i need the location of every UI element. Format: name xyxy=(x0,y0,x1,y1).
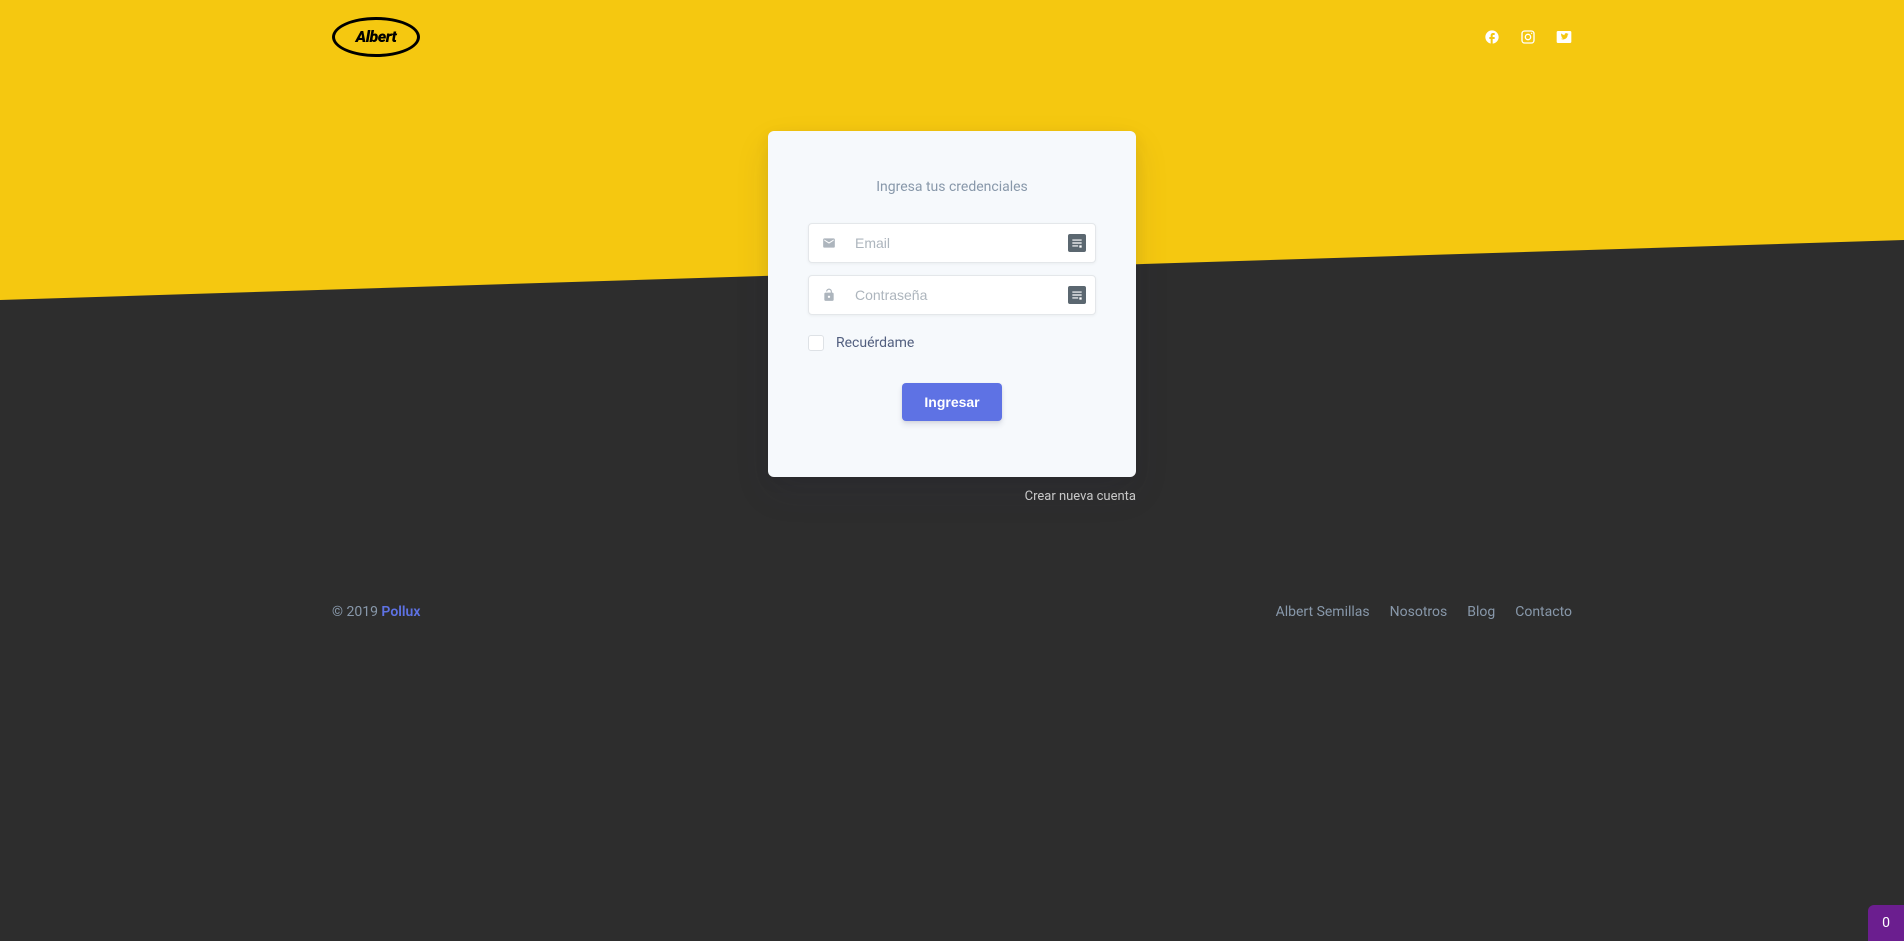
password-input[interactable] xyxy=(849,276,1059,314)
footer-brand-link[interactable]: Pollux xyxy=(381,604,420,620)
social-icons-group xyxy=(1484,29,1572,45)
logo-text: Albert xyxy=(332,17,420,57)
login-button[interactable]: Ingresar xyxy=(902,383,1001,421)
footer-link-albert-semillas[interactable]: Albert Semillas xyxy=(1276,604,1370,620)
login-title: Ingresa tus credenciales xyxy=(808,179,1096,195)
corner-badge[interactable]: 0 xyxy=(1868,905,1904,941)
remember-me-checkbox[interactable] xyxy=(808,335,824,351)
twitter-icon[interactable] xyxy=(1556,29,1572,45)
footer-nav: Albert Semillas Nosotros Blog Contacto xyxy=(1276,604,1572,620)
copyright-text: © 2019 xyxy=(332,604,381,620)
login-card: Ingresa tus credenciales xyxy=(768,131,1136,477)
password-autofill-badge[interactable] xyxy=(1059,286,1095,304)
facebook-icon[interactable] xyxy=(1484,29,1500,45)
footer-copyright: © 2019 Pollux xyxy=(332,604,420,620)
remember-me-label: Recuérdame xyxy=(836,335,914,351)
email-input[interactable] xyxy=(849,224,1059,262)
email-input-group xyxy=(808,223,1096,263)
footer-link-contacto[interactable]: Contacto xyxy=(1515,604,1572,620)
email-autofill-badge[interactable] xyxy=(1059,234,1095,252)
below-card-links: Crear nueva cuenta xyxy=(768,489,1136,504)
main-content: Ingresa tus credenciales xyxy=(0,73,1904,504)
logo[interactable]: Albert xyxy=(332,17,420,57)
email-icon xyxy=(809,236,849,250)
footer-link-nosotros[interactable]: Nosotros xyxy=(1390,604,1448,620)
footer-link-blog[interactable]: Blog xyxy=(1467,604,1495,620)
password-input-group xyxy=(808,275,1096,315)
lock-icon xyxy=(809,288,849,302)
footer: © 2019 Pollux Albert Semillas Nosotros B… xyxy=(0,584,1904,640)
header: Albert xyxy=(0,0,1904,73)
create-account-link[interactable]: Crear nueva cuenta xyxy=(1025,489,1136,504)
remember-me-row: Recuérdame xyxy=(808,335,1096,351)
instagram-icon[interactable] xyxy=(1520,29,1536,45)
